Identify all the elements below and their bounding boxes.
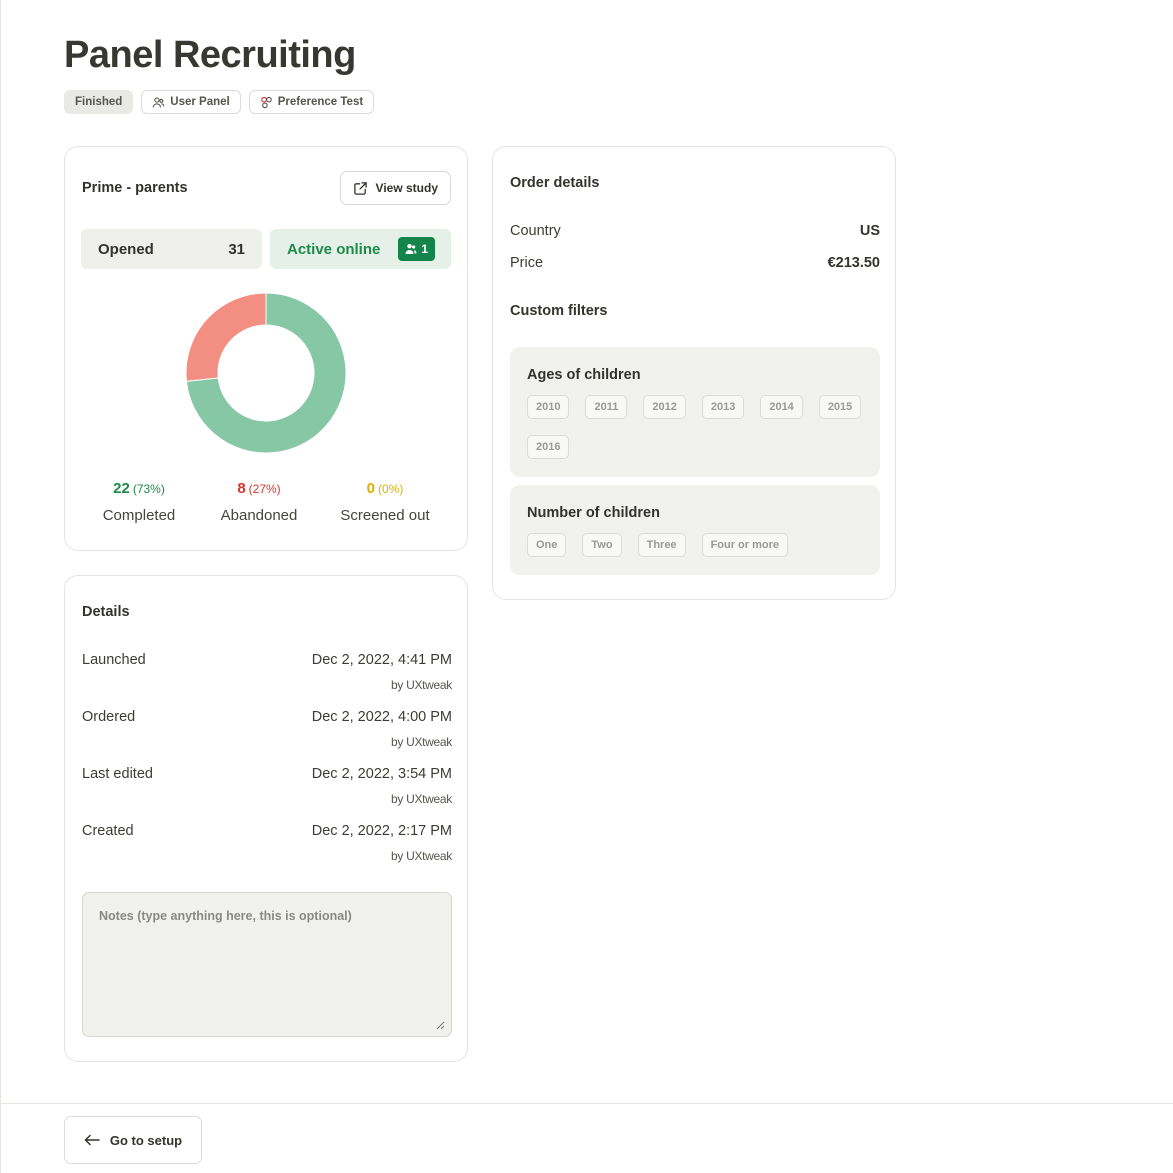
page-title: Panel Recruiting [64, 34, 356, 76]
study-name: Prime - parents [82, 180, 188, 196]
detail-label: Last edited [82, 766, 153, 782]
price-value: €213.50 [827, 255, 880, 271]
panel-type-badge: User Panel [141, 90, 241, 114]
status-badge: Finished [64, 90, 134, 114]
footer-divider [1, 1103, 1173, 1104]
filter-chip: 2010 [527, 395, 570, 419]
detail-value: Dec 2, 2022, 2:17 PM [311, 823, 452, 839]
details-card: Details Launched Dec 2, 2022, 4:41 PM by… [64, 575, 468, 1062]
custom-filters-title: Custom filters [510, 303, 608, 319]
filter-chip: 2015 [818, 395, 862, 419]
users-icon [405, 244, 417, 254]
test-type-badge: Preference Test [248, 90, 375, 114]
study-card: Prime - parents View study Opened 31 Act… [64, 146, 468, 551]
panel-type-label: User Panel [170, 96, 230, 108]
active-online-badge: 1 [398, 237, 435, 261]
legend-screened-label: Screened out [340, 507, 430, 524]
opened-stat: Opened 31 [81, 229, 262, 269]
legend-abandoned-percent: (27%) [248, 482, 281, 496]
legend-abandoned-value: 8 [237, 480, 246, 497]
preference-icon [260, 96, 272, 108]
status-badge-label: Finished [75, 96, 123, 108]
filter-chip: 2012 [643, 395, 686, 419]
filter-chip: 2016 [527, 435, 570, 459]
detail-author: by UXtweak [390, 849, 452, 863]
detail-author: by UXtweak [390, 678, 452, 692]
detail-value: Dec 2, 2022, 3:54 PM [311, 766, 452, 782]
arrow-left-icon [84, 1134, 100, 1146]
resize-grip-icon[interactable] [435, 1020, 445, 1030]
detail-label: Created [82, 823, 134, 839]
country-value: US [859, 223, 880, 239]
order-details-card: Order details Country US Price €213.50 C… [492, 146, 896, 600]
detail-author: by UXtweak [390, 792, 452, 806]
filter-options: 2010 2011 2012 2013 2014 2015 2016 [527, 395, 863, 459]
legend-completed-percent: (73%) [132, 482, 165, 496]
go-to-setup-label: Go to setup [109, 1132, 183, 1148]
legend-completed-value: 22 [113, 480, 130, 497]
filter-number-of-children: Number of children One Two Three Four or… [510, 485, 880, 575]
active-online-label: Active online [287, 240, 381, 258]
test-type-label: Preference Test [277, 96, 364, 108]
opened-count: 31 [228, 240, 245, 258]
detail-value: Dec 2, 2022, 4:00 PM [311, 709, 452, 725]
go-to-setup-button[interactable]: Go to setup [64, 1116, 202, 1164]
legend-abandoned: 8 (27%) Abandoned [199, 480, 319, 524]
completion-donut-chart [186, 293, 346, 453]
filter-chip: One [527, 533, 567, 557]
legend-completed-label: Completed [102, 507, 176, 524]
notes-textarea[interactable]: Notes (type anything here, this is optio… [82, 892, 452, 1037]
price-label: Price [510, 255, 544, 271]
detail-author: by UXtweak [390, 735, 452, 749]
detail-label: Launched [82, 652, 146, 668]
legend-abandoned-label: Abandoned [220, 507, 298, 524]
filter-chip: 2013 [701, 395, 745, 419]
filter-chip: Three [637, 533, 686, 557]
active-online-count: 1 [421, 242, 428, 256]
filter-chip: Two [582, 533, 622, 557]
legend-screened-percent: (0%) [378, 482, 404, 496]
filter-name: Ages of children [527, 367, 641, 383]
filter-chip: 2011 [585, 395, 628, 419]
users-icon [152, 96, 165, 107]
details-title: Details [82, 604, 130, 620]
opened-label: Opened [98, 240, 154, 258]
status-tags: Finished User Panel Preference Test [64, 90, 375, 114]
country-label: Country [510, 223, 561, 239]
detail-label: Ordered [82, 709, 136, 725]
view-study-label: View study [375, 181, 438, 195]
filter-chip: 2014 [760, 395, 803, 419]
panel-recruiting-page: Panel Recruiting Finished User Panel Pre… [0, 0, 1173, 1173]
legend-completed: 22 (73%) Completed [79, 480, 199, 524]
slice-abandoned [186, 293, 267, 382]
legend-screened-out: 0 (0%) Screened out [325, 480, 445, 524]
notes-placeholder: Notes (type anything here, this is optio… [99, 909, 352, 923]
view-study-button[interactable]: View study [339, 171, 451, 205]
external-link-icon [353, 181, 367, 195]
filter-options: One Two Three Four or more [527, 533, 863, 557]
filter-name: Number of children [527, 505, 660, 521]
active-online-stat: Active online 1 [270, 229, 451, 269]
filter-chip: Four or more [701, 533, 789, 557]
filter-ages-of-children: Ages of children 2010 2011 2012 2013 201… [510, 347, 880, 477]
detail-value: Dec 2, 2022, 4:41 PM [311, 652, 452, 668]
legend-screened-value: 0 [366, 480, 375, 497]
order-details-title: Order details [510, 175, 600, 191]
